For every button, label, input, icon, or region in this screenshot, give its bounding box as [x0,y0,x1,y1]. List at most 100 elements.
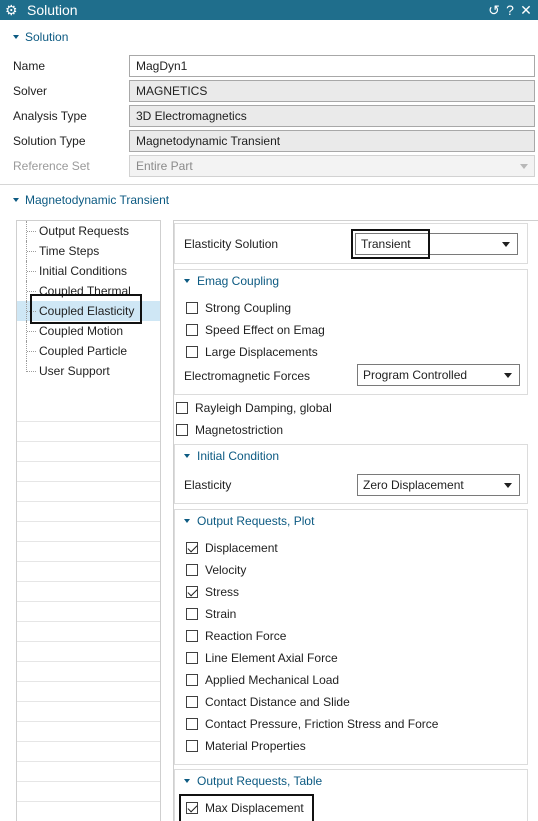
checkbox-label: Velocity [205,563,247,577]
close-icon[interactable]: ✕ [518,1,534,19]
tree-item-label: Initial Conditions [39,264,128,278]
line-element-axial-force-checkbox[interactable]: Line Element Axial Force [186,648,338,668]
tree-item-label: Coupled Particle [39,344,128,358]
name-label: Name [13,59,46,73]
checkbox-label: Strong Coupling [205,301,292,315]
checkbox-box [186,324,198,336]
contact-pressure-checkbox[interactable]: Contact Pressure, Friction Stress and Fo… [186,714,438,734]
chevron-down-icon [502,242,510,247]
checkbox-box [186,564,198,576]
output-table-header[interactable]: Output Requests, Table [175,770,527,792]
initial-condition-group: Initial Condition Elasticity Zero Displa… [174,444,528,504]
checkbox-box [186,586,198,598]
solver-label: Solver [13,84,48,98]
checkbox-box [186,346,198,358]
tree-item-label: User Support [39,364,110,378]
tree-item-output-requests[interactable]: Output Requests [17,221,160,241]
caret-down-icon [184,779,190,783]
tree-item-label: Coupled Thermal [39,284,131,298]
checkbox-label: Contact Distance and Slide [205,695,350,709]
output-plot-header[interactable]: Output Requests, Plot [175,510,527,532]
gear-icon: ⚙ [5,2,18,18]
checkbox-box [186,696,198,708]
transient-section-header[interactable]: Magnetodynamic Transient [0,189,538,211]
reference-set-value: Entire Part [136,159,193,173]
title-bar: ⚙ Solution ↺ ? ✕ [0,0,538,20]
reference-set-label: Reference Set [13,159,90,173]
solution-type-label: Solution Type [13,134,86,148]
em-forces-label: Electromagnetic Forces [184,369,311,383]
magnetostriction-checkbox[interactable]: Magnetostriction [176,420,283,440]
caret-down-icon [13,35,19,39]
checkbox-label: Strain [205,607,237,621]
em-forces-select[interactable]: Program Controlled [357,364,520,386]
large-displacements-checkbox[interactable]: Large Displacements [186,342,318,362]
contact-distance-checkbox[interactable]: Contact Distance and Slide [186,692,350,712]
analysis-type-field: 3D Electromagnetics [129,105,535,127]
rayleigh-damping-checkbox[interactable]: Rayleigh Damping, global [176,398,332,418]
checkbox-box [186,674,198,686]
tree-item-initial-conditions[interactable]: Initial Conditions [17,261,160,281]
window-title: Solution [27,2,78,18]
strong-coupling-checkbox[interactable]: Strong Coupling [186,298,291,318]
displacement-checkbox[interactable]: Displacement [186,538,278,558]
help-icon[interactable]: ? [502,1,518,19]
name-input[interactable]: MagDyn1 [129,55,535,77]
material-properties-checkbox[interactable]: Material Properties [186,736,306,756]
applied-mechanical-load-checkbox[interactable]: Applied Mechanical Load [186,670,339,690]
caret-down-icon [13,198,19,202]
max-displacement-checkbox[interactable]: Max Displacement [186,798,304,818]
reference-set-select: Entire Part [129,155,535,177]
tree-item-label: Time Steps [39,244,100,258]
initial-condition-header[interactable]: Initial Condition [175,445,527,467]
tree-item-coupled-particle[interactable]: Coupled Particle [17,341,160,361]
checkbox-label: Max Displacement [205,801,304,815]
em-forces-value: Program Controlled [363,368,468,382]
checkbox-label: Large Displacements [205,345,318,359]
tree-item-coupled-motion[interactable]: Coupled Motion [17,321,160,341]
solution-type-field: Magnetodynamic Transient [129,130,535,152]
tree-item-user-support[interactable]: User Support [17,361,160,381]
initial-elasticity-label: Elasticity [184,478,232,492]
emag-coupling-group: Emag Coupling Strong Coupling Speed Effe… [174,269,528,395]
stress-checkbox[interactable]: Stress [186,582,239,602]
chevron-down-icon [504,373,512,378]
solver-field: MAGNETICS [129,80,535,102]
tree-item-coupled-thermal[interactable]: Coupled Thermal [17,281,160,301]
checkbox-label: Contact Pressure, Friction Stress and Fo… [205,717,439,731]
checkbox-box [186,718,198,730]
output-table-group: Output Requests, Table Max Displacement [174,769,528,821]
checkbox-box [186,630,198,642]
checkbox-box [186,542,198,554]
checkbox-box [176,424,188,436]
checkbox-label: Displacement [205,541,278,555]
strain-checkbox[interactable]: Strain [186,604,236,624]
tree-item-time-steps[interactable]: Time Steps [17,241,160,261]
velocity-checkbox[interactable]: Velocity [186,560,246,580]
tree-item-label: Output Requests [39,224,130,238]
checkbox-label: Material Properties [205,739,306,753]
tree-item-label: Coupled Elasticity [39,304,135,318]
tree-item-label: Coupled Motion [39,324,124,338]
solution-section-header[interactable]: Solution [0,26,538,48]
settings-tree: Output Requests Time Steps Initial Condi… [16,220,161,821]
checkbox-label: Reaction Force [205,629,287,643]
chevron-down-icon [520,164,528,169]
speed-effect-checkbox[interactable]: Speed Effect on Emag [186,320,325,340]
checkbox-box [186,608,198,620]
checkbox-box [186,652,198,664]
reset-icon[interactable]: ↺ [486,1,502,19]
initial-elasticity-select[interactable]: Zero Displacement [357,474,520,496]
tree-empty-rows [17,402,160,821]
checkbox-box [176,402,188,414]
checkbox-label: Stress [205,585,240,599]
reaction-force-checkbox[interactable]: Reaction Force [186,626,286,646]
emag-coupling-header[interactable]: Emag Coupling [175,270,527,292]
output-plot-group: Output Requests, Plot Displacement Veloc… [174,509,528,765]
elasticity-solution-label: Elasticity Solution [184,237,279,251]
elasticity-solution-value: Transient [361,237,411,251]
tree-item-coupled-elasticity[interactable]: Coupled Elasticity [17,301,160,321]
analysis-type-label: Analysis Type [13,109,87,123]
checkbox-label: Magnetostriction [195,423,284,437]
elasticity-solution-select[interactable]: Transient [355,233,518,255]
